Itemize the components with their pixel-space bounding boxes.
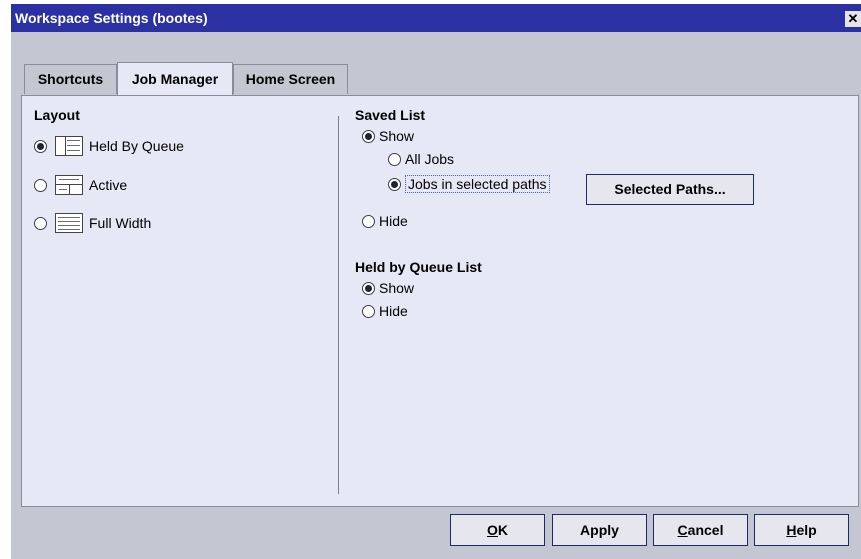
saved-list-heading: Saved List xyxy=(355,107,426,123)
saved-list-hide-option[interactable]: Hide xyxy=(362,213,408,229)
all-jobs-option[interactable]: All Jobs xyxy=(388,151,454,167)
saved-list-hide-label: Hide xyxy=(379,213,408,229)
help-mnemonic: H xyxy=(786,522,797,538)
active-label: Active xyxy=(89,177,128,193)
all-jobs-radio[interactable] xyxy=(388,152,401,166)
held-queue-show-option[interactable]: Show xyxy=(362,280,414,296)
held-by-queue-list-heading: Held by Queue List xyxy=(355,259,482,275)
held-queue-show-radio[interactable] xyxy=(362,281,375,295)
saved-list-show-label: Show xyxy=(379,128,415,144)
held-queue-show-label: Show xyxy=(379,280,415,296)
held-by-queue-layout-icon xyxy=(55,136,83,156)
layout-heading: Layout xyxy=(34,107,80,123)
all-jobs-label: All Jobs xyxy=(405,151,455,167)
selected-paths-button[interactable]: Selected Paths... xyxy=(586,174,754,205)
title-bar[interactable]: Workspace Settings (bootes) ✕ xyxy=(11,4,861,32)
held-by-queue-radio[interactable] xyxy=(34,139,47,153)
help-rest: elp xyxy=(796,522,817,538)
apply-button[interactable]: Apply xyxy=(552,514,647,546)
ok-rest: K xyxy=(497,522,508,538)
cancel-rest: ancel xyxy=(687,522,724,538)
jobs-in-selected-paths-radio[interactable] xyxy=(388,177,401,191)
layout-option-full-width[interactable]: Full Width xyxy=(34,213,151,233)
tab-job-manager[interactable]: Job Manager xyxy=(117,62,233,95)
window-title: Workspace Settings (bootes) xyxy=(15,10,208,26)
full-width-label: Full Width xyxy=(89,215,152,231)
ok-button[interactable]: OK xyxy=(450,514,545,546)
cancel-mnemonic: C xyxy=(677,522,688,538)
layout-option-active[interactable]: Active xyxy=(34,175,127,195)
active-radio[interactable] xyxy=(34,178,47,192)
held-queue-hide-radio[interactable] xyxy=(362,304,375,318)
full-width-radio[interactable] xyxy=(34,216,47,230)
section-divider xyxy=(338,116,339,494)
active-layout-icon xyxy=(55,175,83,195)
ok-mnemonic: O xyxy=(486,522,498,538)
jobs-in-selected-paths-label: Jobs in selected paths xyxy=(405,175,550,193)
close-icon: ✕ xyxy=(847,11,859,26)
held-by-queue-label: Held By Queue xyxy=(89,138,184,154)
jobs-in-selected-paths-option[interactable]: Jobs in selected paths xyxy=(388,175,550,193)
close-button[interactable]: ✕ xyxy=(845,11,861,27)
tab-home-screen[interactable]: Home Screen xyxy=(233,64,348,94)
full-width-layout-icon xyxy=(55,213,83,233)
saved-list-show-radio[interactable] xyxy=(362,129,375,143)
held-queue-hide-label: Hide xyxy=(379,303,408,319)
tab-shortcuts[interactable]: Shortcuts xyxy=(24,64,117,94)
job-manager-panel: Layout Held By Queue Active Full Width S… xyxy=(21,95,859,507)
held-queue-hide-option[interactable]: Hide xyxy=(362,303,408,319)
saved-list-show-option[interactable]: Show xyxy=(362,128,414,144)
workspace-settings-dialog: Workspace Settings (bootes) ✕ Shortcuts … xyxy=(11,4,861,559)
layout-option-held-by-queue[interactable]: Held By Queue xyxy=(34,136,184,156)
cancel-button[interactable]: Cancel xyxy=(653,514,748,546)
saved-list-hide-radio[interactable] xyxy=(362,214,375,228)
help-button[interactable]: Help xyxy=(754,514,849,546)
